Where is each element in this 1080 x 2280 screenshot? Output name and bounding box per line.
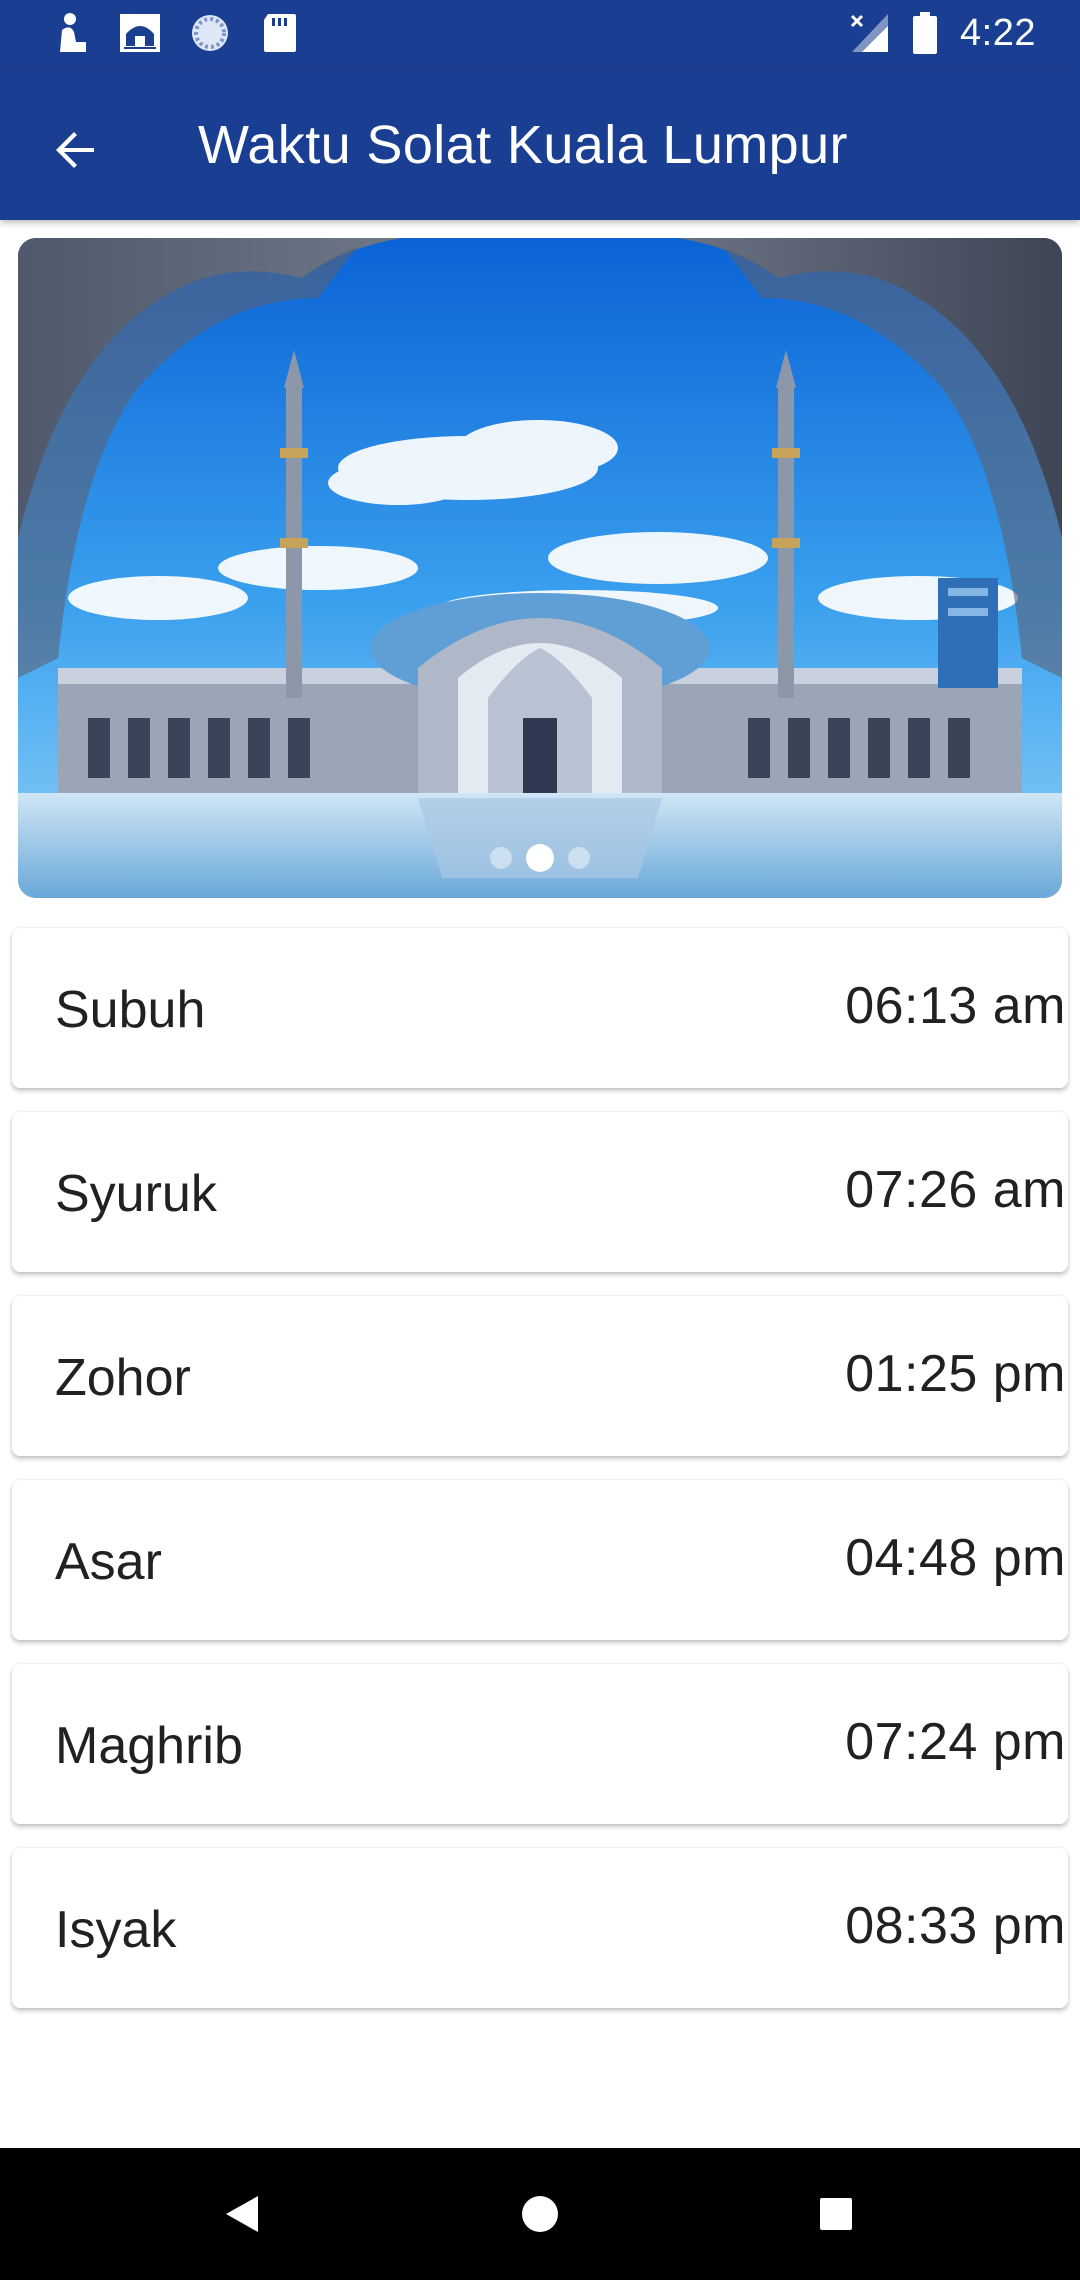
prayer-name: Asar	[55, 1533, 162, 1591]
prayer-name: Syuruk	[55, 1165, 217, 1223]
arrow-left-icon	[56, 132, 94, 168]
app-bar: Waktu Solat Kuala Lumpur	[0, 66, 1080, 220]
page-dot[interactable]	[568, 847, 590, 869]
nav-recents-button[interactable]	[776, 2148, 896, 2280]
prayer-name: Isyak	[55, 1901, 177, 1959]
page-dot[interactable]	[490, 847, 512, 869]
prayer-row-zohor[interactable]: Zohor 01:25 pm	[12, 1296, 1068, 1456]
status-bar: 4:22	[0, 0, 1080, 66]
page-dot-active[interactable]	[526, 844, 554, 872]
prayer-row-syuruk[interactable]: Syuruk 07:26 am	[12, 1112, 1068, 1272]
prayer-time: 08:33 pm	[845, 1897, 1066, 1955]
nav-back-icon	[226, 2196, 258, 2232]
mosque-icon	[120, 14, 160, 52]
mosque-photo	[18, 238, 1062, 898]
prayer-time: 07:24 pm	[845, 1713, 1066, 1771]
prayer-name: Maghrib	[55, 1717, 243, 1775]
back-button[interactable]	[36, 110, 116, 190]
prayer-name: Zohor	[55, 1349, 191, 1407]
clock-time: 4:22	[960, 11, 1036, 54]
nav-home-icon	[522, 2196, 558, 2232]
prayer-row-asar[interactable]: Asar 04:48 pm	[12, 1480, 1068, 1640]
prayer-time: 06:13 am	[845, 977, 1066, 1035]
nav-back-button[interactable]	[182, 2148, 302, 2280]
system-navigation-bar	[0, 2148, 1080, 2280]
sync-circle-icon	[192, 15, 228, 51]
carousel-page-indicator	[18, 844, 1062, 872]
page-title: Waktu Solat Kuala Lumpur	[198, 115, 848, 175]
prayer-time: 07:26 am	[845, 1161, 1066, 1219]
prayer-time: 01:25 pm	[845, 1345, 1066, 1403]
nav-recents-icon	[820, 2198, 852, 2230]
nav-home-button[interactable]	[480, 2148, 600, 2280]
prayer-times-list: Subuh 06:13 am Syuruk 07:26 am Zohor 01:…	[12, 928, 1068, 2032]
prayer-row-isyak[interactable]: Isyak 08:33 pm	[12, 1848, 1068, 2008]
battery-icon	[913, 12, 938, 54]
notification-icons	[48, 12, 302, 54]
system-status-icons: 4:22	[850, 8, 1036, 58]
signal-no-connection-icon	[850, 14, 889, 52]
prayer-name: Subuh	[55, 981, 206, 1039]
mosque-image-carousel[interactable]	[18, 238, 1062, 898]
sd-card-icon	[264, 14, 296, 52]
prayer-row-subuh[interactable]: Subuh 06:13 am	[12, 928, 1068, 1088]
prayer-row-maghrib[interactable]: Maghrib 07:24 pm	[12, 1664, 1068, 1824]
prayer-time: 04:48 pm	[845, 1529, 1066, 1587]
prayer-person-icon	[60, 13, 86, 52]
